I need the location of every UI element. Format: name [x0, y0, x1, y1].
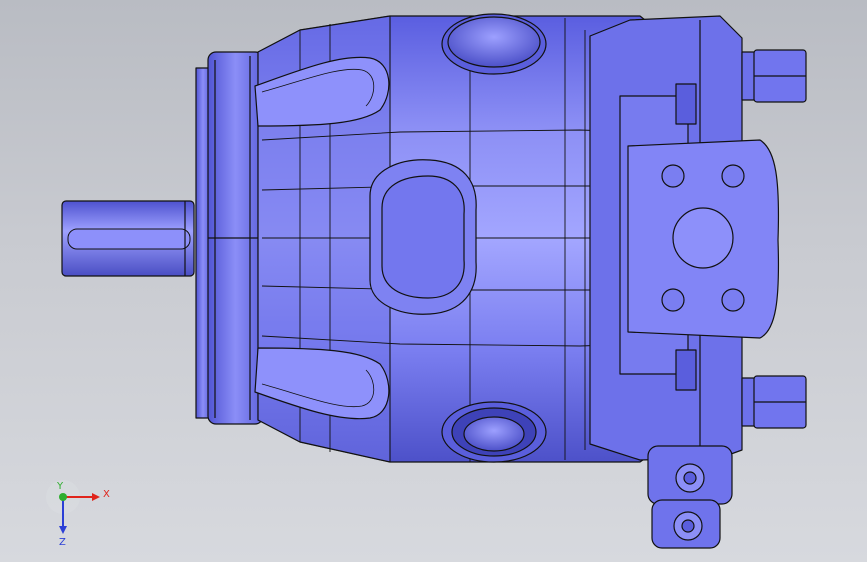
z-axis-arrow — [59, 526, 67, 534]
pump-model-view[interactable]: X Y Z — [0, 0, 867, 562]
y-axis-dot — [59, 493, 67, 501]
mounting-flange — [195, 51, 264, 425]
pump-model — [61, 13, 807, 549]
x-axis-label: X — [103, 489, 110, 500]
x-axis-arrow — [92, 493, 100, 501]
drive-shaft — [61, 200, 195, 277]
z-axis-label: Z — [59, 537, 66, 548]
axis-triad: X Y Z — [46, 480, 110, 548]
y-axis-label: Y — [56, 481, 64, 492]
cad-3d-viewport[interactable]: X Y Z — [0, 0, 867, 562]
pilot-fittings — [647, 445, 733, 549]
port-flange-plate — [627, 139, 780, 339]
